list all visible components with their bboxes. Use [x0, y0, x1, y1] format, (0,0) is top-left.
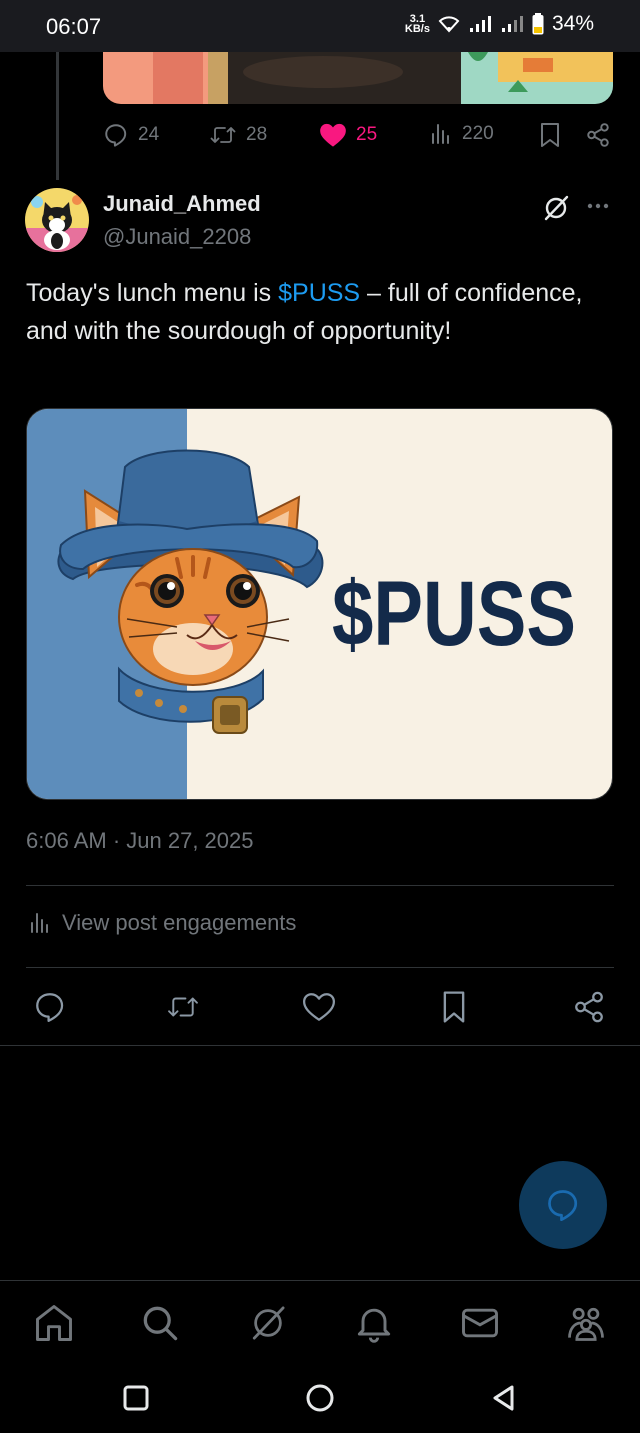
heart-filled-icon — [319, 122, 347, 148]
media-ticker-text: $PUSS — [332, 563, 576, 665]
prev-share-button[interactable] — [585, 122, 611, 148]
search-icon — [138, 1301, 182, 1345]
nav-notifications[interactable] — [352, 1301, 396, 1345]
cashtag-link[interactable]: $PUSS — [278, 279, 360, 307]
status-icons: 3.1 KB/s 34% — [405, 12, 594, 36]
post-text: Today's lunch menu is $PUSS – full of co… — [26, 274, 616, 350]
signal-icon-2 — [500, 15, 524, 33]
repost-count: 28 — [246, 124, 268, 145]
battery-icon — [532, 13, 544, 35]
grok-icon — [540, 192, 572, 224]
more-icon — [584, 194, 612, 218]
reply-count: 24 — [138, 124, 160, 145]
notifications-icon — [352, 1301, 396, 1345]
grok-icon — [246, 1301, 290, 1345]
back-icon — [488, 1382, 520, 1414]
system-navigation — [0, 1362, 640, 1433]
views-count: 220 — [462, 123, 494, 144]
bottom-navigation — [0, 1280, 640, 1362]
network-speed-unit: KB/s — [404, 23, 430, 35]
grok-button[interactable] — [540, 192, 572, 224]
like-button[interactable] — [302, 990, 336, 1024]
post-image[interactable]: $PUSS — [26, 408, 613, 800]
avatar[interactable] — [25, 188, 89, 252]
reply-button[interactable] — [33, 990, 67, 1024]
status-time: 06:07 — [46, 14, 102, 39]
prev-bookmark-button[interactable] — [538, 122, 562, 148]
repost-icon — [166, 990, 200, 1024]
more-button[interactable] — [584, 194, 612, 218]
status-bar: 06:07 3.1 KB/s 34% — [0, 0, 640, 52]
recents-button[interactable] — [120, 1382, 152, 1414]
home-system-button[interactable] — [304, 1382, 336, 1414]
divider — [0, 1045, 640, 1046]
wifi-icon — [438, 15, 460, 33]
back-button[interactable] — [488, 1382, 520, 1414]
reply-icon — [103, 122, 129, 148]
compose-reply-button[interactable] — [519, 1161, 607, 1249]
view-engagements-link[interactable]: View post engagements — [28, 910, 296, 936]
post-timestamp[interactable]: 6:06 AM · Jun 27, 2025 — [26, 828, 254, 854]
share-icon — [585, 122, 611, 148]
network-speed: 3.1 KB/s — [404, 14, 430, 35]
signal-icon — [468, 15, 492, 33]
prev-reply-button[interactable]: 24 — [103, 122, 159, 148]
messages-icon — [458, 1301, 502, 1345]
views-icon — [429, 122, 453, 146]
reply-icon — [545, 1187, 581, 1223]
repost-icon — [209, 122, 237, 148]
previous-post-media[interactable] — [103, 52, 613, 104]
nav-communities[interactable] — [564, 1301, 608, 1345]
previous-post-actions: 24 28 25 220 — [103, 122, 613, 154]
views-icon — [28, 911, 52, 935]
like-count: 25 — [356, 124, 378, 145]
prev-like-button[interactable]: 25 — [319, 122, 377, 148]
thread-connector — [56, 52, 59, 180]
nav-messages[interactable] — [458, 1301, 502, 1345]
bookmark-icon — [538, 122, 562, 148]
divider — [26, 885, 614, 886]
divider — [26, 967, 614, 968]
author-handle[interactable]: @Junaid_2208 — [103, 224, 251, 250]
communities-icon — [564, 1301, 608, 1345]
nav-home[interactable] — [32, 1301, 76, 1345]
share-button[interactable] — [572, 990, 606, 1024]
bookmark-button[interactable] — [437, 990, 471, 1024]
nav-search[interactable] — [138, 1301, 182, 1345]
prev-repost-button[interactable]: 28 — [209, 122, 267, 148]
home-circle-icon — [304, 1382, 336, 1414]
engagements-label: View post engagements — [62, 910, 297, 935]
post-text-before: Today's lunch menu is — [26, 279, 279, 307]
repost-button[interactable] — [166, 990, 200, 1024]
share-icon — [572, 990, 606, 1024]
battery-level: 34% — [551, 12, 594, 35]
bookmark-icon — [437, 990, 471, 1024]
nav-grok[interactable] — [246, 1301, 290, 1345]
reply-icon — [33, 990, 67, 1024]
recents-icon — [120, 1382, 152, 1414]
author-name[interactable]: Junaid_Ahmed — [103, 191, 261, 217]
heart-icon — [302, 990, 336, 1024]
post-actions — [0, 984, 640, 1030]
home-icon — [32, 1301, 76, 1345]
prev-views-button[interactable]: 220 — [429, 122, 494, 146]
